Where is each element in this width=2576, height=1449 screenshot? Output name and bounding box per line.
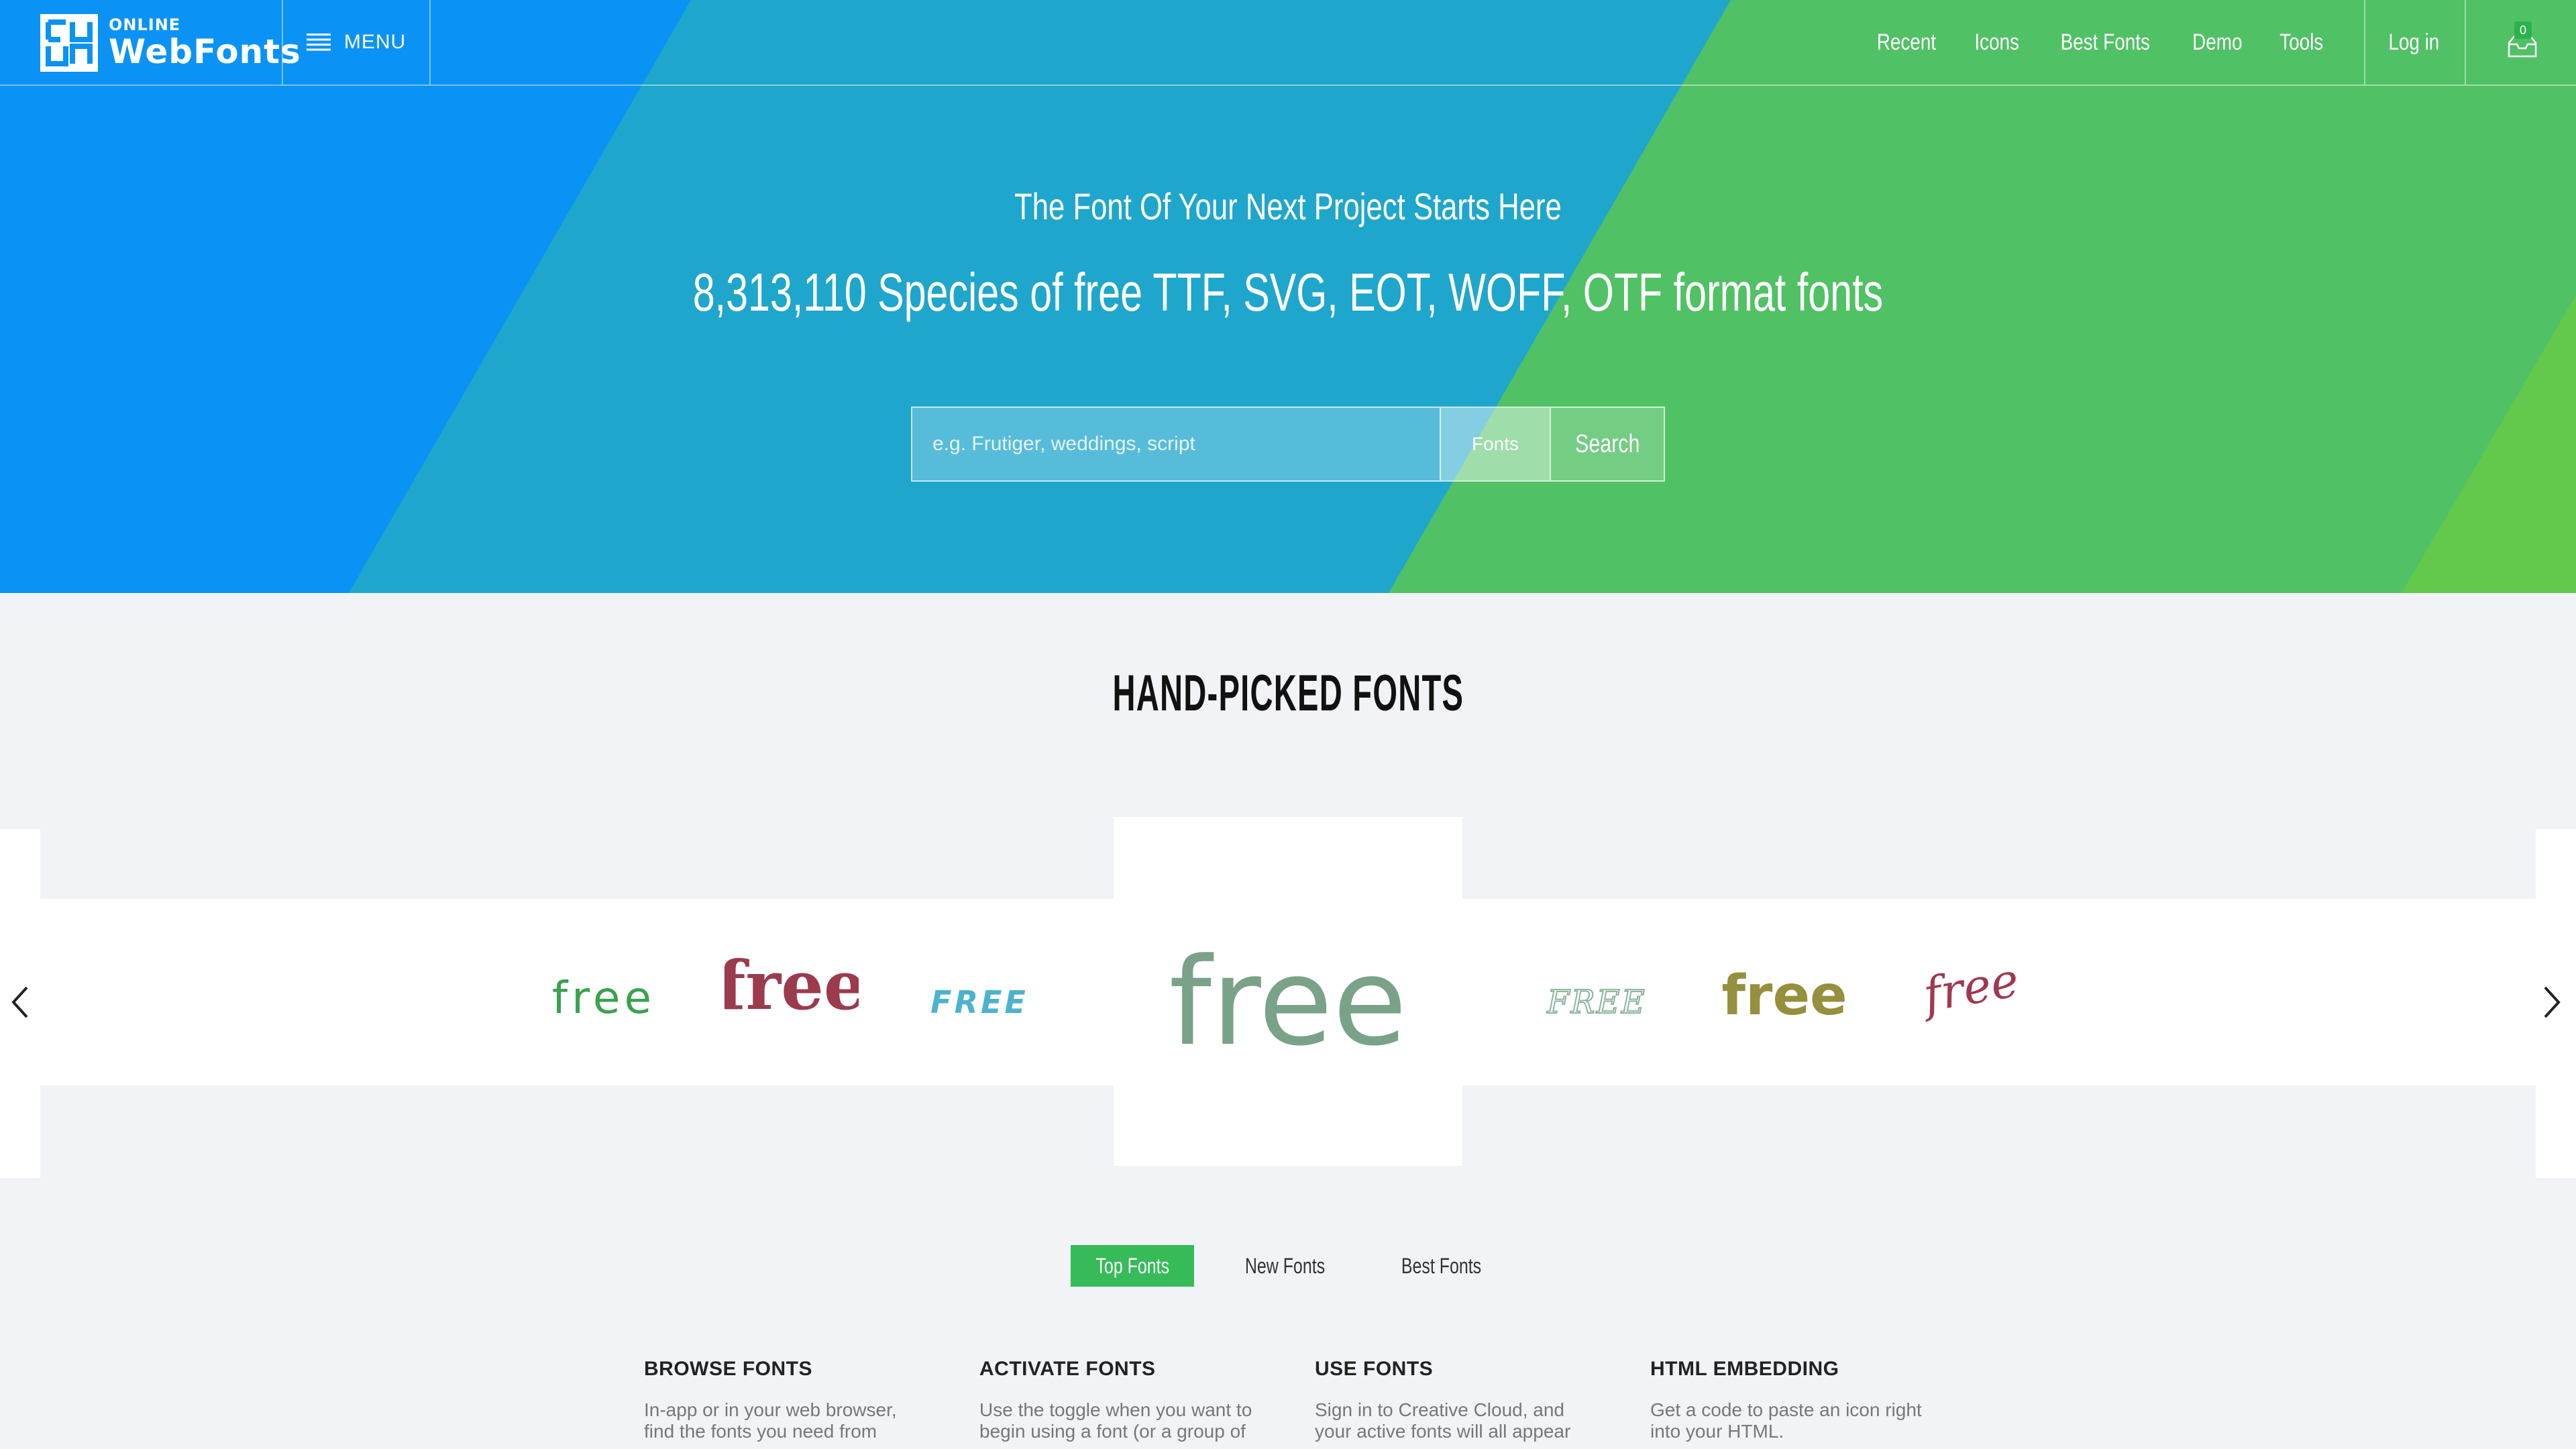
carousel-next-button[interactable]: [2540, 982, 2567, 1022]
logo-big-text: WebFonts: [109, 32, 301, 71]
carousel-prev-button[interactable]: [5, 982, 32, 1022]
font-sample-1[interactable]: free: [537, 961, 671, 1034]
feature-html-embedding: HTML EMBEDDING Get a code to paste an ic…: [1650, 1358, 1932, 1442]
feature-text: Get a code to paste an icon right into y…: [1650, 1399, 1922, 1442]
nav-demo[interactable]: Demo: [2192, 30, 2242, 56]
hero-headline: 8,313,110 Species of free TTF, SVG, EOT,…: [0, 262, 2576, 323]
font-sample-featured-text: free: [1169, 932, 1407, 1073]
font-sample-5[interactable]: FREE: [1529, 970, 1664, 1037]
feature-title: BROWSE FONTS: [644, 1358, 812, 1380]
font-sample-6[interactable]: free: [1717, 954, 1851, 1034]
site-logo[interactable]: ONLINE WebFonts: [40, 14, 301, 72]
tab-top-fonts-label: Top Fonts: [1095, 1254, 1169, 1278]
nav-best-fonts[interactable]: Best Fonts: [2061, 30, 2150, 56]
chevron-right-icon: [2544, 986, 2561, 1018]
feature-use-fonts: USE FONTS Sign in to Creative Cloud, and…: [1315, 1358, 1597, 1442]
cart-button[interactable]: 0: [2466, 0, 2576, 85]
font-sample-2-text: free: [724, 946, 859, 1025]
hero-tagline: The Font Of Your Next Project Starts Her…: [0, 184, 2576, 228]
search-type-select[interactable]: Fonts: [1440, 408, 1550, 480]
search-button[interactable]: Search: [1550, 408, 1664, 480]
cart-count-badge: 0: [2514, 21, 2532, 39]
tab-new-fonts[interactable]: New Fonts: [1221, 1245, 1348, 1287]
font-sample-3-text: FREE: [930, 984, 1028, 1020]
feature-title: USE FONTS: [1315, 1358, 1434, 1380]
feature-text: Use the toggle when you want to begin us…: [979, 1399, 1252, 1442]
tab-top-fonts[interactable]: Top Fonts: [1071, 1245, 1194, 1287]
section-title: HAND-PICKED FONTS: [0, 664, 2576, 722]
feature-activate-fonts: ACTIVATE FONTS Use the toggle when you w…: [979, 1358, 1261, 1442]
feature-text: Sign in to Creative Cloud, and your acti…: [1315, 1399, 1571, 1442]
hero-tagline-text: The Font Of Your Next Project Starts Her…: [1014, 185, 1562, 227]
menu-button[interactable]: MENU: [283, 0, 429, 85]
font-sample-featured: free: [1169, 932, 1407, 1073]
tab-best-fonts-label: Best Fonts: [1401, 1254, 1481, 1278]
feature-title: HTML EMBEDDING: [1650, 1358, 1839, 1380]
main-nav: Recent Icons Best Fonts Demo Tools: [1843, 0, 2328, 85]
nav-recent[interactable]: Recent: [1877, 30, 1936, 56]
hero-headline-text: 8,313,110 Species of free TTF, SVG, EOT,…: [692, 262, 1884, 322]
search-input[interactable]: [912, 408, 1440, 480]
font-sample-6-text: free: [1721, 964, 1847, 1028]
font-tabs: Top Fonts New Fonts Best Fonts: [0, 1245, 2576, 1287]
feature-text: In-app or in your web browser, find the …: [644, 1399, 897, 1442]
top-navbar: ONLINE WebFonts MENU Recent Icons Best F…: [0, 0, 2576, 86]
hamburger-icon: [306, 34, 331, 51]
nav-tools[interactable]: Tools: [2279, 30, 2323, 56]
font-sample-7[interactable]: free: [1905, 947, 2039, 1034]
tab-new-fonts-label: New Fonts: [1244, 1254, 1325, 1278]
font-sample-1-text: free: [552, 972, 655, 1024]
section-title-text: HAND-PICKED FONTS: [1112, 665, 1464, 722]
search-bar: Fonts Search: [911, 407, 1665, 482]
menu-label: MENU: [343, 31, 407, 53]
logo-mark-icon: [40, 14, 98, 72]
font-sample-5-text: FREE: [1546, 983, 1646, 1021]
login-link[interactable]: Log in: [2364, 0, 2463, 85]
login-label: Log in: [2388, 29, 2439, 55]
nav-icons[interactable]: Icons: [1974, 30, 2019, 56]
chevron-left-icon: [11, 986, 28, 1018]
header-divider: [429, 0, 431, 85]
font-sample-7-text: free: [1916, 952, 2023, 1023]
font-sample-3[interactable]: FREE: [912, 967, 1046, 1034]
search-button-label: Search: [1574, 429, 1640, 458]
feature-browse-fonts: BROWSE FONTS In-app or in your web brows…: [644, 1358, 926, 1442]
tab-best-fonts[interactable]: Best Fonts: [1375, 1245, 1507, 1287]
font-carousel: free free FREE free FREE free free: [0, 817, 2576, 1178]
hero-section: ONLINE WebFonts MENU Recent Icons Best F…: [0, 0, 2576, 593]
logo-small-text: ONLINE: [109, 15, 181, 34]
feature-title: ACTIVATE FONTS: [979, 1358, 1156, 1380]
font-sample-2[interactable]: free: [724, 943, 859, 1030]
